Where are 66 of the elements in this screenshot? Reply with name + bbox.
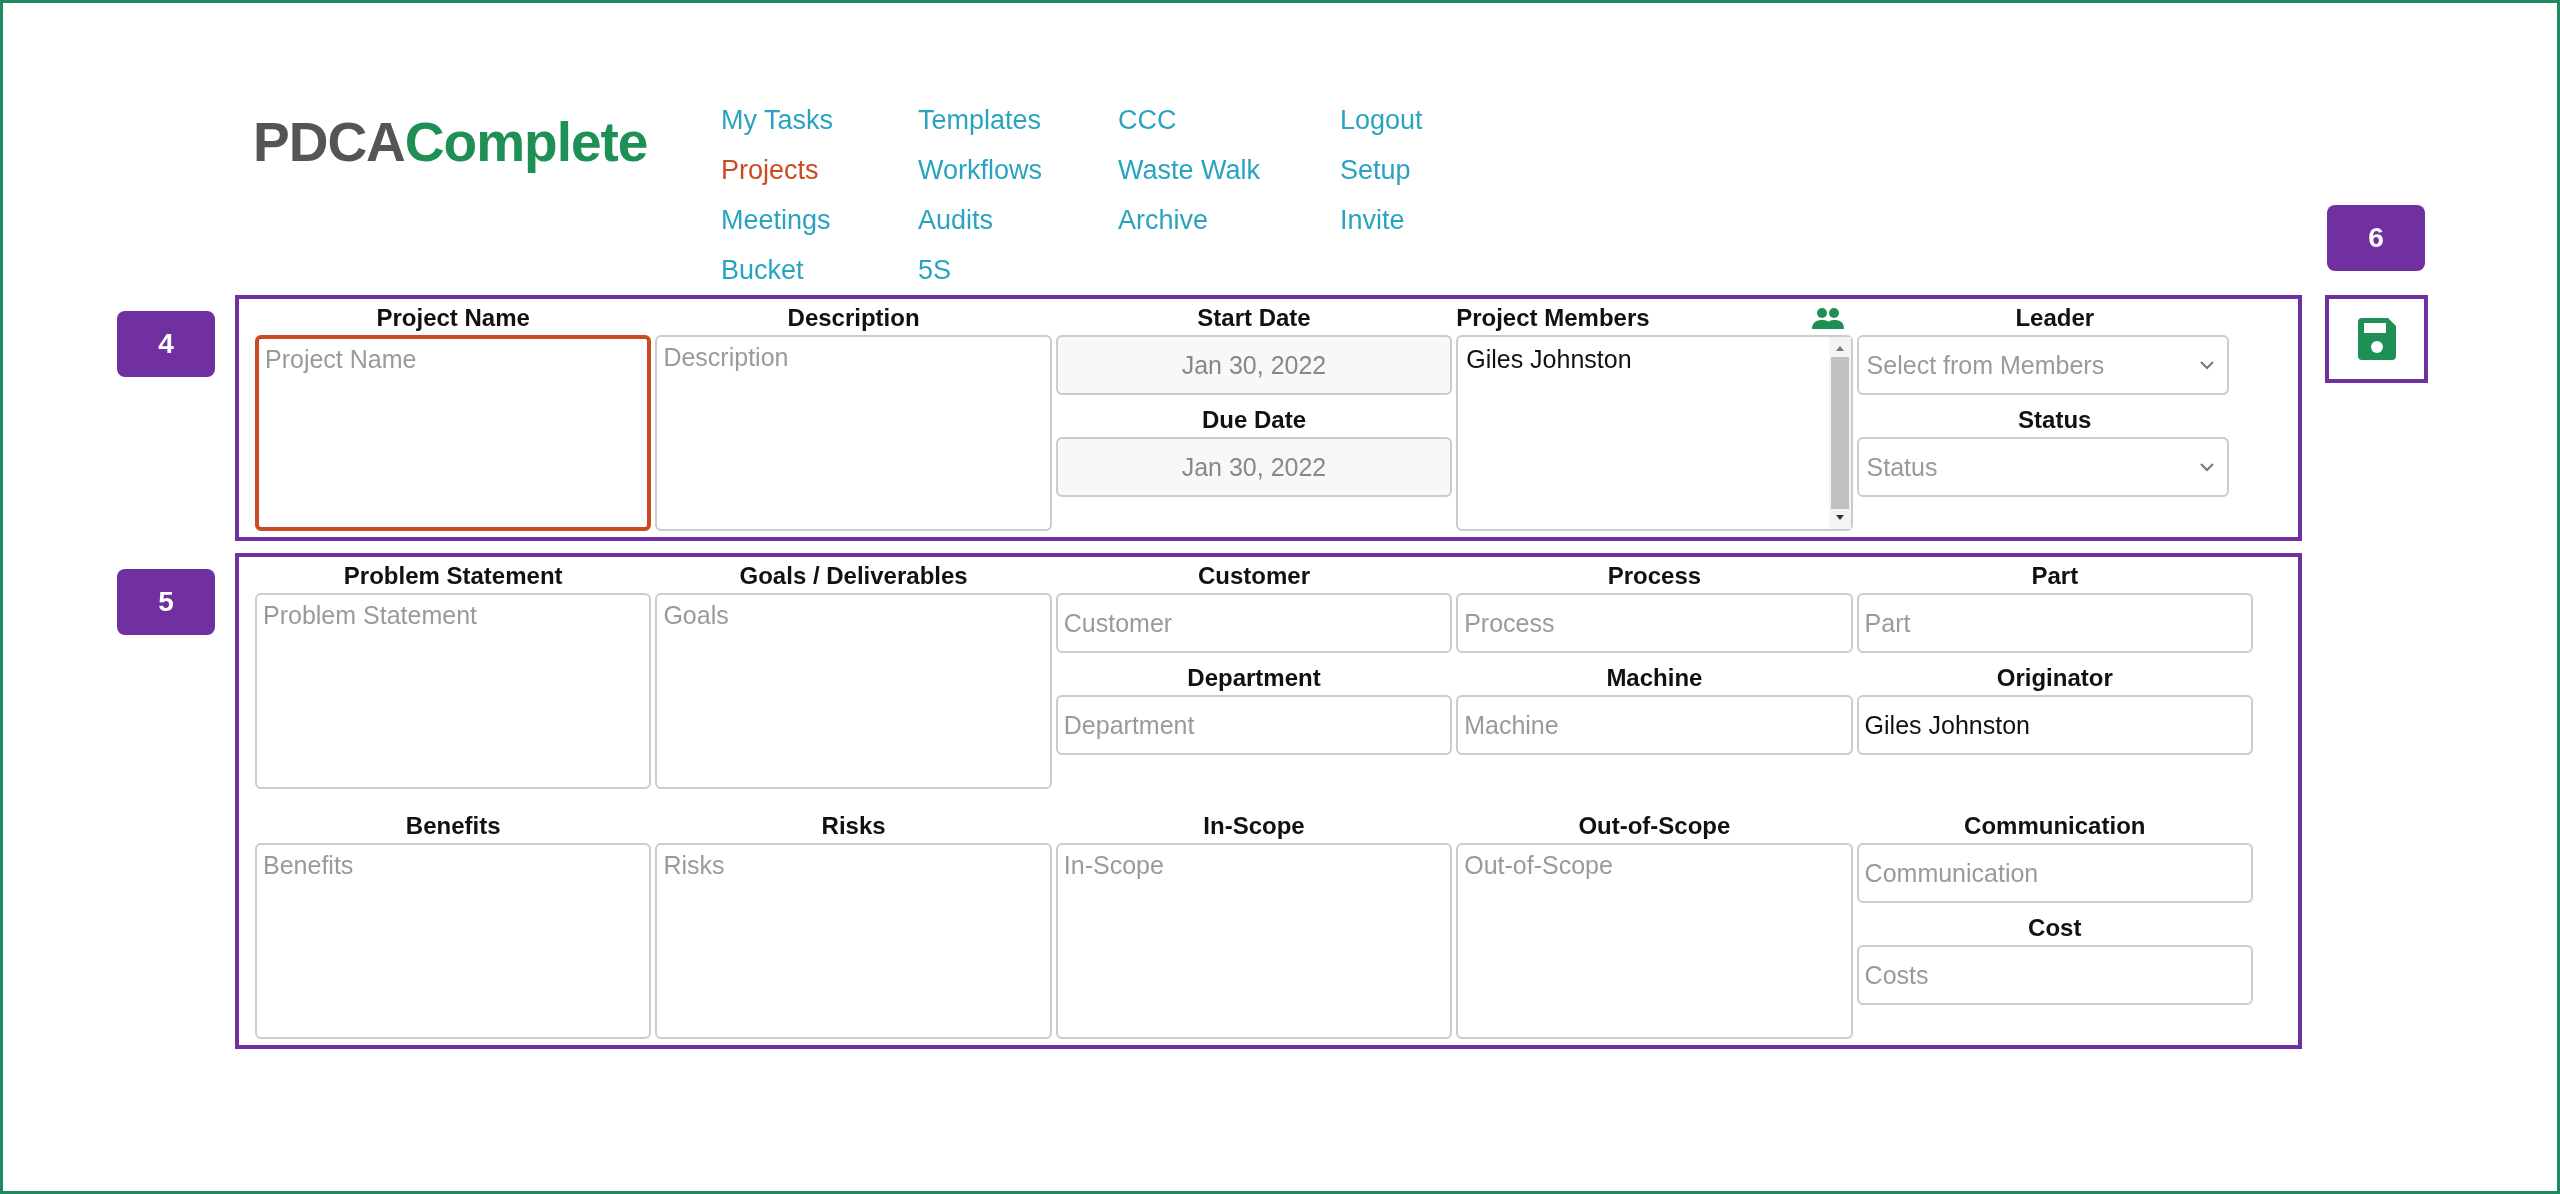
- nav-link[interactable]: 5S: [918, 245, 1118, 295]
- text-area[interactable]: Risks: [655, 843, 1052, 1039]
- field-label: Risks: [820, 811, 887, 841]
- nav-link[interactable]: Workflows: [918, 145, 1118, 195]
- input-field[interactable]: Process: [1456, 593, 1853, 653]
- field-label: Process: [1606, 561, 1703, 591]
- nav-link[interactable]: My Tasks: [721, 95, 918, 145]
- field-label: In-Scope: [1202, 811, 1306, 841]
- text-area[interactable]: Problem Statement: [255, 593, 652, 789]
- nav-link[interactable]: CCC: [1118, 95, 1340, 145]
- nav-link[interactable]: Bucket: [721, 245, 918, 295]
- field-label: Leader: [2014, 303, 2096, 333]
- field-label: Benefits: [404, 811, 502, 841]
- text-area[interactable]: Project Name: [255, 335, 652, 531]
- callout-badge: 5: [117, 569, 215, 635]
- field-label: Description: [786, 303, 921, 333]
- nav-link[interactable]: Audits: [918, 195, 1118, 245]
- callout-badge: 4: [117, 311, 215, 377]
- nav-link[interactable]: Logout: [1340, 95, 1500, 145]
- dropdown[interactable]: Select from Members: [1856, 335, 2230, 395]
- people-icon[interactable]: [1810, 306, 1845, 330]
- input-field[interactable]: Giles Johnston: [1856, 695, 2253, 755]
- field-label: Project Members: [1456, 303, 1650, 333]
- nav-link[interactable]: Meetings: [721, 195, 918, 245]
- field-label: Cost: [2027, 913, 2083, 943]
- field-label: Out-of-Scope: [1577, 811, 1732, 841]
- input-field[interactable]: Communication: [1856, 843, 2253, 903]
- field-label: Status: [2017, 405, 2093, 435]
- list-item[interactable]: Giles Johnston: [1466, 345, 1821, 374]
- date-field[interactable]: Jan 30, 2022: [1055, 437, 1453, 497]
- field-label: Problem Statement: [342, 561, 564, 591]
- field-label: Part: [2030, 561, 2080, 591]
- chevron-down-icon: [2199, 462, 2216, 472]
- input-field[interactable]: Part: [1856, 593, 2253, 653]
- nav-link[interactable]: Archive: [1118, 195, 1340, 245]
- input-field[interactable]: Machine: [1456, 695, 1853, 755]
- text-area[interactable]: Benefits: [255, 843, 652, 1039]
- field-label: Customer: [1196, 561, 1311, 591]
- nav-link[interactable]: Waste Walk: [1118, 145, 1340, 195]
- input-field[interactable]: Customer: [1055, 593, 1453, 653]
- field-label: Communication: [1963, 811, 2147, 841]
- nav-link[interactable]: Projects: [721, 145, 918, 195]
- text-area[interactable]: Description: [655, 335, 1052, 531]
- input-field[interactable]: Costs: [1856, 945, 2253, 1005]
- input-field[interactable]: Department: [1055, 695, 1453, 755]
- callout-badge: 6: [2327, 205, 2425, 271]
- field-label: Goals / Deliverables: [738, 561, 969, 591]
- nav-link[interactable]: Setup: [1340, 145, 1500, 195]
- text-area[interactable]: Out-of-Scope: [1456, 843, 1853, 1039]
- dropdown[interactable]: Status: [1856, 437, 2230, 497]
- text-area[interactable]: Goals: [655, 593, 1052, 789]
- chevron-down-icon: [2199, 360, 2216, 370]
- field-label: Project Name: [375, 303, 531, 333]
- field-label: Due Date: [1200, 405, 1307, 435]
- scrollbar[interactable]: [1828, 337, 1851, 529]
- logo: PDCAComplete: [253, 110, 649, 174]
- nav-link[interactable]: Templates: [918, 95, 1118, 145]
- text-area[interactable]: In-Scope: [1055, 843, 1453, 1039]
- members-list[interactable]: Giles Johnston: [1456, 335, 1853, 531]
- nav-link[interactable]: Invite: [1340, 195, 1500, 245]
- field-label: Department: [1186, 663, 1322, 693]
- date-field[interactable]: Jan 30, 2022: [1055, 335, 1453, 395]
- field-label: Machine: [1605, 663, 1704, 693]
- field-label: Start Date: [1196, 303, 1312, 333]
- field-label: Originator: [1995, 663, 2114, 693]
- save-button[interactable]: [2357, 318, 2396, 360]
